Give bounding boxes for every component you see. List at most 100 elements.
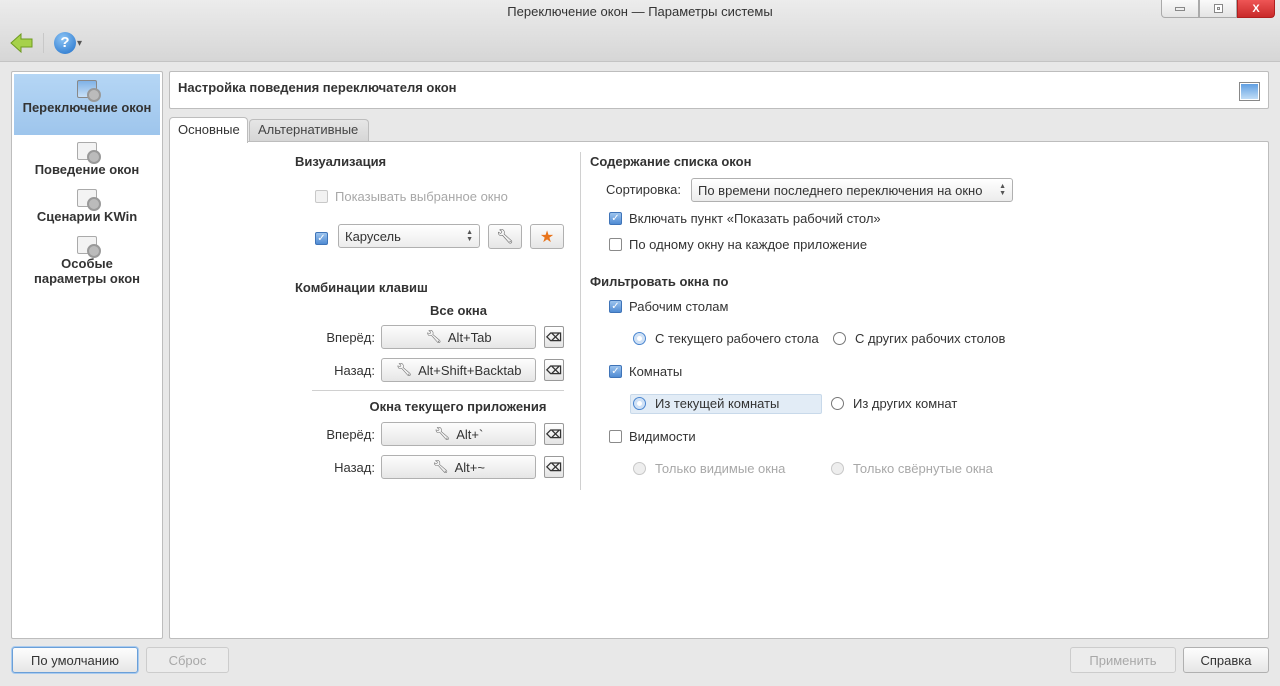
sidebar-item-kwin-scripts[interactable]: Сценарии KWin	[14, 189, 160, 224]
window-settings-icon	[77, 142, 101, 164]
shortcut-value: Alt+Shift+Backtab	[418, 362, 522, 378]
clear-shortcut-button[interactable]: ⌫	[544, 423, 564, 445]
spin-arrows-icon: ▲ ▼	[466, 229, 473, 243]
checkmark-icon: ✓	[609, 300, 622, 313]
checkmark-icon: ✓	[315, 232, 328, 245]
shortcut-value: Alt+Tab	[447, 329, 492, 345]
effect-select-value: Карусель	[345, 228, 401, 244]
minimize-button[interactable]	[1161, 0, 1199, 18]
all-windows-heading: Все окна	[430, 303, 487, 318]
sidebar-item-window-rules[interactable]: Особые параметры окон	[14, 236, 160, 286]
checkbox-label: Включать пункт «Показать рабочий стол»	[629, 211, 881, 226]
maximize-icon	[1213, 4, 1223, 13]
sidebar-item-label: Переключение окон	[22, 100, 152, 115]
apply-button[interactable]: Применить	[1070, 647, 1176, 673]
checkbox-label: Рабочим столам	[629, 299, 729, 314]
other-activities-radio[interactable]: Из других комнат	[831, 396, 957, 411]
checkbox-label: Показывать выбранное окно	[335, 189, 508, 204]
spin-arrows-icon: ▲ ▼	[999, 183, 1006, 197]
backspace-icon: ⌫	[546, 364, 562, 377]
clear-shortcut-button[interactable]: ⌫	[544, 359, 564, 381]
sidebar-item-window-switching[interactable]: Переключение окон	[14, 80, 160, 115]
checkbox-box	[315, 190, 328, 203]
sort-select-value: По времени последнего переключения на ок…	[698, 182, 983, 198]
get-new-effects-button[interactable]: ★	[530, 224, 564, 249]
radio-dot	[633, 462, 646, 475]
one-per-app-checkbox[interactable]: По одному окну на каждое приложение	[609, 237, 867, 252]
radio-label: Только видимые окна	[655, 461, 786, 476]
close-button[interactable]: X	[1237, 0, 1275, 18]
window-switcher-icon	[1239, 82, 1260, 101]
shortcut-value: Alt+~	[454, 459, 485, 475]
checkmark-icon: ✓	[609, 365, 622, 378]
desktops-checkbox[interactable]: ✓ Рабочим столам	[609, 299, 728, 314]
current-app-heading: Окна текущего приложения	[369, 399, 547, 414]
help-button[interactable]: ? ▾	[54, 32, 86, 54]
only-visible-radio[interactable]: Только видимые окна	[633, 461, 785, 476]
window-title: Переключение окон — Параметры системы	[507, 4, 773, 19]
clear-shortcut-button[interactable]: ⌫	[544, 456, 564, 478]
forward-label: Вперёд:	[326, 330, 375, 345]
radio-dot	[833, 332, 846, 345]
radio-label: С других рабочих столов	[855, 331, 1006, 346]
sidebar: Переключение окон Поведение окон Сценари…	[11, 71, 163, 639]
include-desktop-checkbox[interactable]: ✓ Включать пункт «Показать рабочий стол»	[609, 211, 881, 226]
shortcut-forward-app[interactable]: 🔧︎ Alt+`	[381, 422, 536, 446]
back-button[interactable]	[10, 32, 33, 54]
sort-select[interactable]: По времени последнего переключения на ок…	[691, 178, 1013, 202]
tab-basic[interactable]: Основные	[169, 117, 248, 143]
checkbox-box	[609, 430, 622, 443]
radio-label: Из текущей комнаты	[655, 396, 780, 411]
backward-label: Назад:	[334, 363, 375, 378]
page-header: Настройка поведения переключателя окон	[169, 71, 1269, 109]
shortcut-backward-app[interactable]: 🔧︎ Alt+~	[381, 455, 536, 479]
tab-alternative[interactable]: Альтернативные	[249, 119, 369, 141]
sidebar-item-label: Особые параметры окон	[33, 256, 141, 286]
visualization-heading: Визуализация	[295, 154, 387, 169]
reset-button[interactable]: Сброс	[146, 647, 229, 673]
effect-select[interactable]: Карусель ▲ ▼	[338, 224, 480, 248]
wrench-icon: 🔧︎	[425, 329, 442, 344]
help-dialog-button[interactable]: Справка	[1183, 647, 1269, 673]
shortcut-separator	[312, 390, 564, 391]
other-desktops-radio[interactable]: С других рабочих столов	[833, 331, 1005, 346]
wrench-icon: 🔧︎	[496, 228, 514, 244]
sidebar-item-label: Поведение окон	[34, 162, 140, 177]
radio-dot	[633, 397, 646, 410]
shortcut-forward-all[interactable]: 🔧︎ Alt+Tab	[381, 325, 536, 349]
shortcut-backward-all[interactable]: 🔧︎ Alt+Shift+Backtab	[381, 358, 536, 382]
arrow-left-icon	[10, 32, 33, 54]
current-activity-radio[interactable]: Из текущей комнаты	[633, 396, 779, 411]
wrench-icon: 🔧︎	[433, 426, 451, 441]
sidebar-item-label: Сценарии KWin	[36, 209, 138, 224]
configure-effect-button[interactable]: 🔧︎	[488, 224, 522, 249]
forward-label: Вперёд:	[326, 427, 375, 442]
maximize-button[interactable]	[1199, 0, 1237, 18]
window-settings-icon	[77, 236, 101, 258]
clear-shortcut-button[interactable]: ⌫	[544, 326, 564, 348]
visibility-checkbox[interactable]: Видимости	[609, 429, 696, 444]
chevron-down-icon: ▾	[77, 37, 83, 49]
checkbox-label: Видимости	[629, 429, 696, 444]
sidebar-item-window-behavior[interactable]: Поведение окон	[14, 142, 160, 177]
filter-heading: Фильтровать окна по	[590, 274, 729, 289]
help-icon: ?	[54, 32, 76, 54]
radio-label: Из других комнат	[853, 396, 958, 411]
only-minimized-radio[interactable]: Только свёрнутые окна	[831, 461, 993, 476]
current-desktop-radio[interactable]: С текущего рабочего стола	[633, 331, 819, 346]
backspace-icon: ⌫	[546, 428, 562, 441]
effect-enabled-checkbox[interactable]: ✓	[315, 229, 328, 245]
show-selected-window-checkbox[interactable]: Показывать выбранное окно	[315, 189, 508, 204]
wrench-icon: 🔧︎	[395, 362, 413, 377]
checkmark-icon: ✓	[609, 212, 622, 225]
window-list-heading: Содержание списка окон	[590, 154, 752, 169]
checkbox-label: Комнаты	[629, 364, 683, 379]
radio-label: С текущего рабочего стола	[655, 331, 819, 346]
defaults-button[interactable]: По умолчанию	[12, 647, 138, 673]
window-settings-icon	[77, 189, 101, 211]
activities-checkbox[interactable]: ✓ Комнаты	[609, 364, 682, 379]
toolbar-separator	[43, 33, 44, 53]
checkbox-box	[609, 238, 622, 251]
radio-label: Только свёрнутые окна	[853, 461, 993, 476]
shortcuts-heading: Комбинации клавиш	[295, 280, 428, 295]
